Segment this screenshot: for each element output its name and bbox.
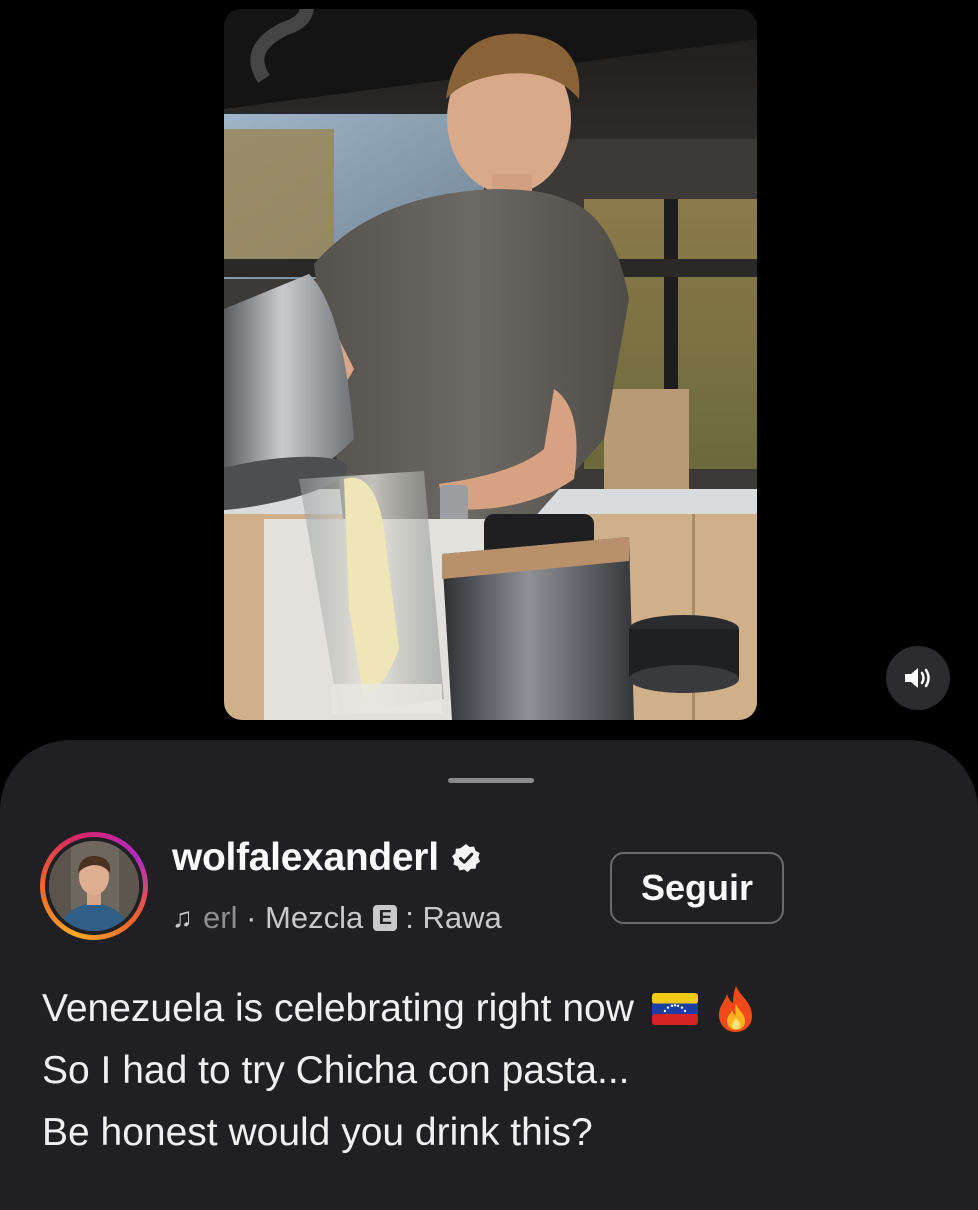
post-caption: Venezuela is celebrating right now So I … (42, 978, 942, 1164)
music-label: Mezcla (265, 900, 364, 935)
music-note-icon: ♫ (172, 902, 193, 933)
sheet-grabber-handle[interactable] (448, 778, 534, 783)
fire-icon (718, 986, 752, 1032)
music-separator: · (246, 900, 257, 935)
speaker-icon (905, 668, 930, 688)
caption-line-2: So I had to try Chicha con pasta... (42, 1049, 630, 1092)
video-frame (224, 9, 757, 720)
music-track: : Rawa (405, 900, 502, 935)
explicit-badge: E (373, 905, 398, 931)
story-ring[interactable] (40, 832, 148, 940)
avatar[interactable] (49, 841, 139, 931)
video-player[interactable] (224, 9, 757, 720)
caption-line-3: Be honest would you drink this? (42, 1111, 593, 1154)
caption-line-1: Venezuela is celebrating right now (42, 978, 942, 1040)
sound-toggle-button[interactable] (886, 646, 950, 710)
music-artist: erl (203, 900, 238, 935)
verified-badge-icon (451, 844, 480, 872)
post-info-sheet: wolfalexanderl ♫ erl · Mezcla E : Rawa S… (0, 740, 978, 1210)
follow-button[interactable]: Seguir (610, 852, 784, 924)
username[interactable]: wolfalexanderl (172, 836, 439, 880)
music-attribution[interactable]: ♫ erl · Mezcla E : Rawa (172, 898, 590, 938)
venezuela-flag-icon (651, 993, 698, 1025)
